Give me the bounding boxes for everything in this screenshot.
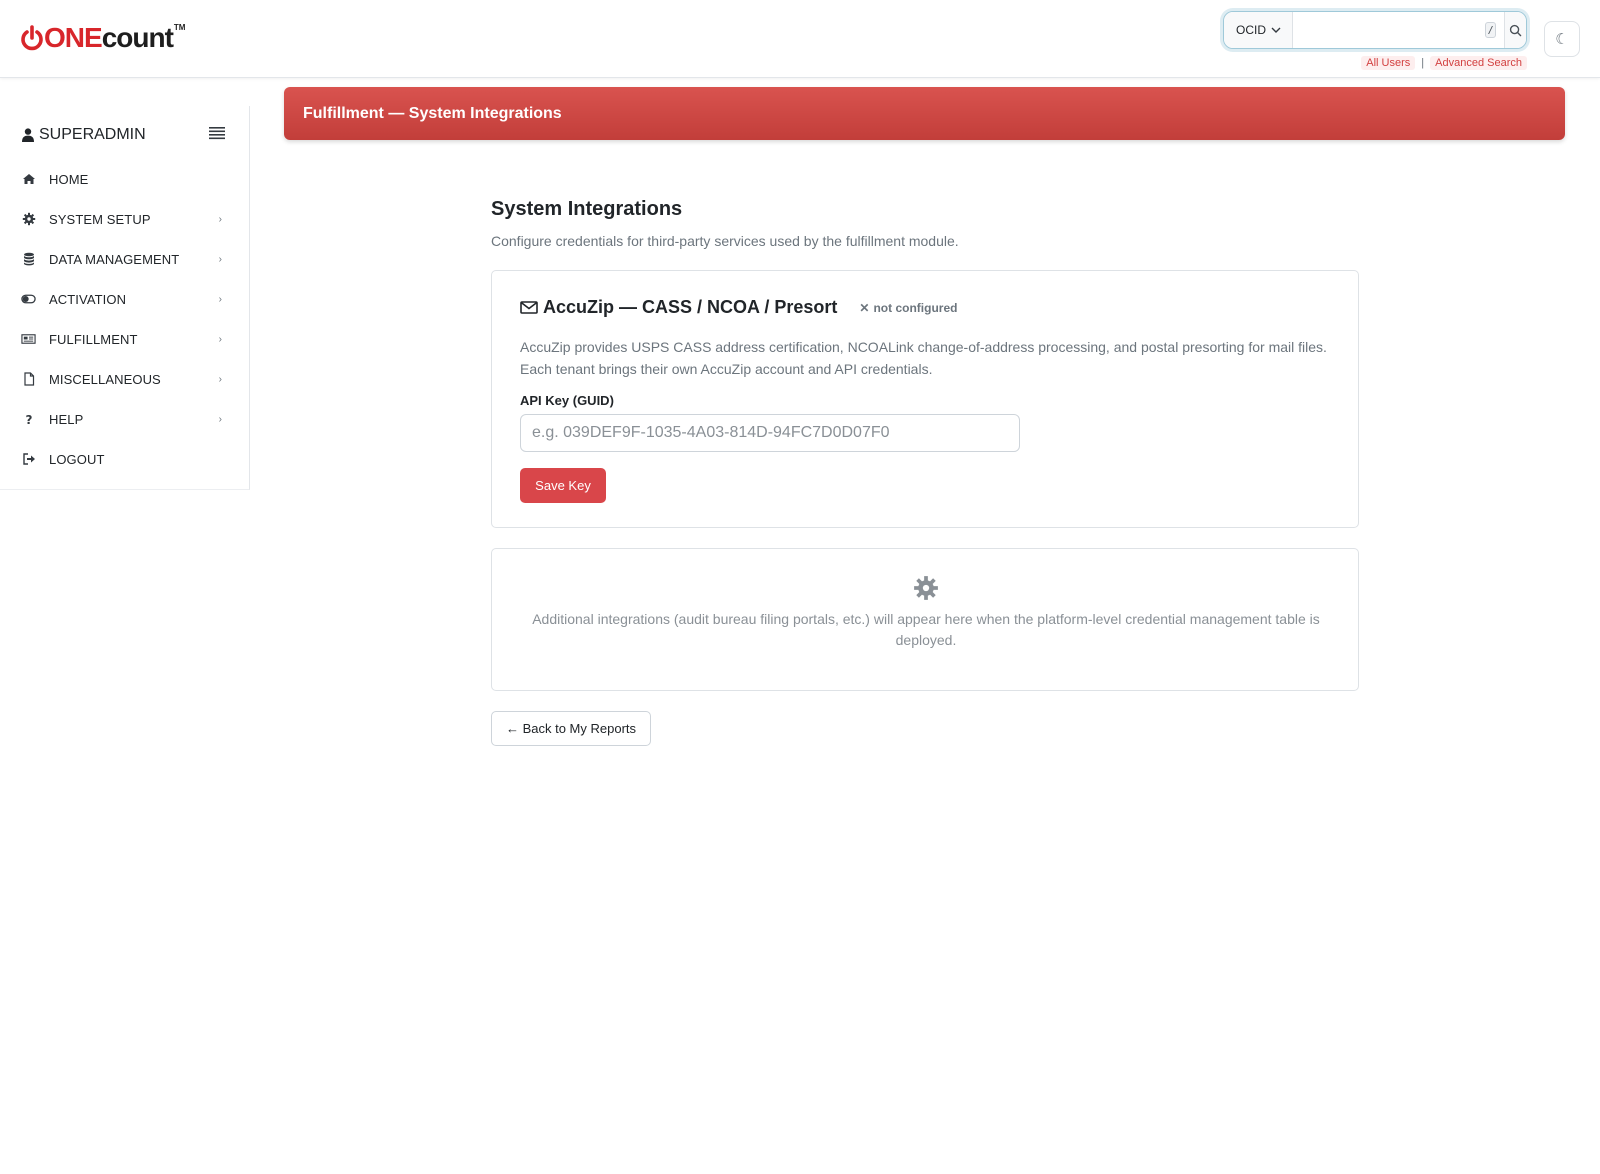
sign-out-icon	[21, 452, 36, 467]
back-to-reports-button[interactable]: ← Back to My Reports	[491, 711, 651, 746]
api-key-label: API Key (GUID)	[520, 393, 614, 408]
onecount-logo[interactable]: ONE count TM	[20, 24, 185, 52]
file-icon	[21, 372, 36, 387]
sidebar-item-label: LOGOUT	[49, 451, 105, 467]
page-header-banner: Fulfillment — System Integrations	[284, 87, 1565, 140]
search-icon	[1509, 24, 1522, 36]
logo-count-text: count	[101, 22, 174, 53]
gear-icon	[21, 212, 36, 227]
chevron-right-icon: ›	[218, 253, 222, 265]
accuzip-card: AccuZip — CASS / NCOA / Presort ✕ not co…	[491, 270, 1359, 528]
sidebar-item-label: MISCELLANEOUS	[49, 371, 161, 387]
sidebar-item-label: FULFILLMENT	[49, 331, 138, 347]
sidebar-item-home[interactable]: HOME	[0, 159, 249, 199]
home-icon	[21, 172, 36, 187]
svg-text:?: ?	[25, 413, 32, 426]
toggle-icon	[21, 292, 36, 307]
quick-links: All Users | Advanced Search	[1361, 56, 1527, 70]
search-input[interactable]	[1293, 12, 1486, 48]
sidebar-nav: HOME SYSTEM SETUP › DATA MANAGEMENT › AC…	[0, 159, 249, 479]
sidebar-item-label: HOME	[49, 171, 89, 187]
chevron-down-icon	[1271, 27, 1281, 33]
sidebar-item-activation[interactable]: ACTIVATION ›	[0, 279, 249, 319]
chevron-right-icon: ›	[218, 333, 222, 345]
status-badge: ✕ not configured	[859, 301, 957, 315]
newspaper-icon	[21, 332, 36, 347]
accuzip-card-title: AccuZip — CASS / NCOA / Presort	[543, 297, 838, 317]
sidebar-item-label: ACTIVATION	[49, 291, 127, 307]
search-scope-select[interactable]: OCID	[1224, 12, 1294, 48]
status-text: not configured	[873, 300, 958, 315]
gear-icon	[914, 576, 938, 600]
username: SUPERADMIN	[39, 126, 146, 143]
main-content: System Integrations Configure credential…	[491, 198, 1359, 249]
page-header-title: Fulfillment — System Integrations	[303, 104, 562, 122]
database-icon	[21, 252, 36, 267]
sidebar-item-logout[interactable]: LOGOUT	[0, 439, 249, 479]
search-scope-value: OCID	[1236, 23, 1266, 37]
accuzip-card-header: AccuZip — CASS / NCOA / Presort ✕ not co…	[520, 297, 1330, 318]
moon-icon: ☾	[1555, 31, 1569, 48]
sidebar-item-miscellaneous[interactable]: MISCELLANEOUS ›	[0, 359, 249, 399]
sidebar-item-system-setup[interactable]: SYSTEM SETUP ›	[0, 199, 249, 239]
accuzip-description: AccuZip provides USPS CASS address certi…	[520, 339, 1327, 377]
logo-trademark: TM	[173, 23, 186, 32]
user-menu[interactable]: SUPERADMIN	[22, 126, 146, 144]
link-separator: |	[1421, 57, 1425, 69]
advanced-search-link[interactable]: Advanced Search	[1430, 56, 1527, 70]
api-key-input[interactable]	[520, 414, 1020, 452]
all-users-link[interactable]: All Users	[1361, 56, 1416, 70]
page-title: System Integrations	[491, 198, 683, 220]
close-icon: ✕	[859, 300, 870, 315]
sidebar-item-data-management[interactable]: DATA MANAGEMENT ›	[0, 239, 249, 279]
sidebar: SUPERADMIN HOME SYSTEM SETUP › DATA MANA…	[0, 106, 250, 490]
additional-integrations-card: Additional integrations (audit bureau fi…	[491, 548, 1359, 691]
page-subtitle: Configure credentials for third-party se…	[491, 233, 959, 249]
top-header: ONE count TM OCID / All Users | Advanced S…	[0, 0, 1600, 78]
user-icon	[22, 128, 34, 142]
search-bar: OCID /	[1223, 11, 1527, 49]
menu-collapse-icon[interactable]	[209, 126, 225, 140]
chevron-right-icon: ›	[218, 413, 222, 425]
additional-integrations-text: Additional integrations (audit bureau fi…	[532, 611, 1320, 648]
sidebar-item-label: SYSTEM SETUP	[49, 211, 151, 227]
envelope-icon	[520, 301, 538, 314]
sidebar-item-label: DATA MANAGEMENT	[49, 251, 180, 267]
chevron-right-icon: ›	[218, 213, 222, 225]
question-icon: ?	[21, 412, 36, 427]
chevron-right-icon: ›	[218, 293, 222, 305]
chevron-right-icon: ›	[218, 373, 222, 385]
logo-one-text: ONE	[44, 22, 103, 53]
sidebar-item-fulfillment[interactable]: FULFILLMENT ›	[0, 319, 249, 359]
search-shortcut-hint: /	[1485, 22, 1497, 38]
sidebar-item-label: HELP	[49, 411, 84, 427]
dark-mode-toggle[interactable]: ☾	[1544, 21, 1580, 57]
sidebar-item-help[interactable]: ? HELP ›	[0, 399, 249, 439]
power-icon	[20, 24, 44, 52]
save-key-button[interactable]: Save Key	[520, 468, 606, 503]
search-button[interactable]	[1504, 12, 1526, 48]
